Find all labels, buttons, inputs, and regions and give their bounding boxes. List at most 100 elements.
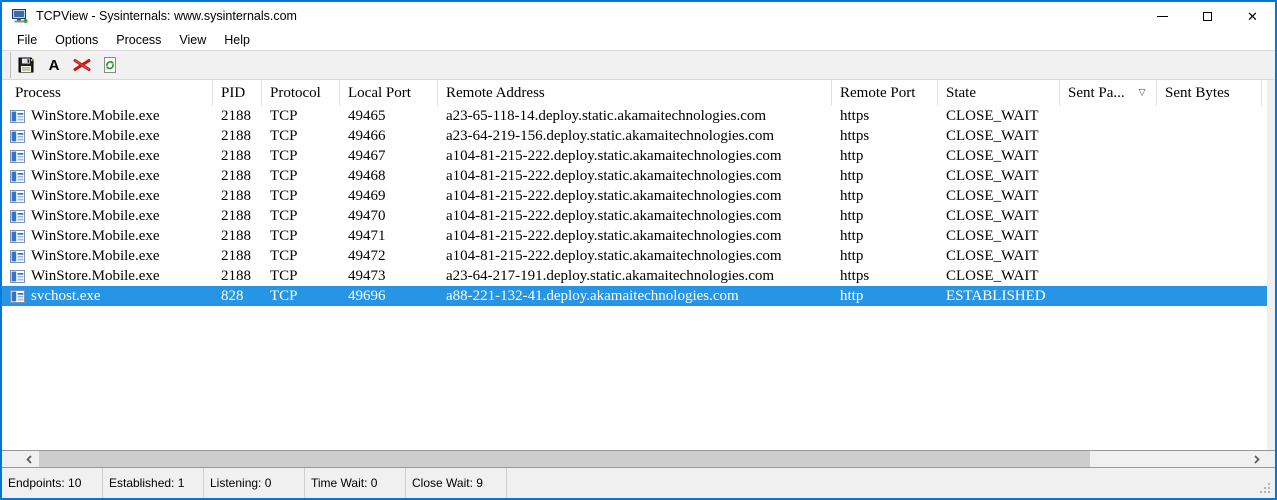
column-header-sent_bytes[interactable]: Sent Bytes — [1157, 80, 1262, 106]
cell-local_port: 49469 — [340, 186, 438, 206]
cell-sent_packets — [1060, 146, 1157, 166]
cell-local_port: 49468 — [340, 166, 438, 186]
cell-process: WinStore.Mobile.exe — [2, 166, 213, 186]
cell-pid: 2188 — [213, 226, 262, 246]
cell-process: WinStore.Mobile.exe — [2, 146, 213, 166]
table-row[interactable]: WinStore.Mobile.exe2188TCP49467a104-81-2… — [2, 146, 1267, 166]
column-header-local_port[interactable]: Local Port — [340, 80, 438, 106]
scrollbar-thumb[interactable] — [39, 451, 1090, 467]
cell-pid: 828 — [213, 286, 262, 306]
cell-sent_bytes — [1157, 186, 1262, 206]
cell-remote_address: a104-81-215-222.deploy.static.akamaitech… — [438, 146, 832, 166]
column-header-label: Local Port — [348, 85, 411, 102]
cell-remote_port: http — [832, 146, 938, 166]
cell-local_port: 49696 — [340, 286, 438, 306]
cell-remote_port: http — [832, 226, 938, 246]
menubar: FileOptionsProcessViewHelp — [2, 30, 1275, 50]
table-row[interactable]: WinStore.Mobile.exe2188TCP49468a104-81-2… — [2, 166, 1267, 186]
table-row[interactable]: WinStore.Mobile.exe2188TCP49465a23-65-11… — [2, 106, 1267, 126]
app-window-icon — [10, 270, 25, 283]
table-row[interactable]: WinStore.Mobile.exe2188TCP49473a23-64-21… — [2, 266, 1267, 286]
cell-process: WinStore.Mobile.exe — [2, 106, 213, 126]
cell-sent_bytes — [1157, 126, 1262, 146]
column-header-state[interactable]: State — [938, 80, 1060, 106]
cell-protocol: TCP — [262, 126, 340, 146]
app-window-icon — [10, 190, 25, 203]
process-icon — [10, 190, 25, 203]
scroll-right-arrow[interactable] — [1247, 451, 1266, 467]
process-name: WinStore.Mobile.exe — [31, 248, 160, 265]
column-header-protocol[interactable]: Protocol — [262, 80, 340, 106]
horizontal-scrollbar[interactable] — [2, 450, 1275, 467]
cell-state: CLOSE_WAIT — [938, 186, 1060, 206]
font-button[interactable]: A — [41, 52, 67, 78]
process-icon — [10, 170, 25, 183]
table-row[interactable]: WinStore.Mobile.exe2188TCP49471a104-81-2… — [2, 226, 1267, 246]
column-header-process[interactable]: Process — [2, 80, 213, 106]
resize-grip[interactable] — [1260, 483, 1272, 495]
menu-item-file[interactable]: File — [8, 31, 46, 49]
app-window-icon — [10, 110, 25, 123]
cell-state: CLOSE_WAIT — [938, 126, 1060, 146]
menu-item-help[interactable]: Help — [215, 31, 259, 49]
table-row[interactable]: WinStore.Mobile.exe2188TCP49470a104-81-2… — [2, 206, 1267, 226]
column-header-remote_port[interactable]: Remote Port — [832, 80, 938, 106]
toolbar: A — [2, 50, 1275, 80]
cell-pid: 2188 — [213, 126, 262, 146]
maximize-button[interactable] — [1185, 2, 1230, 30]
table-row[interactable]: WinStore.Mobile.exe2188TCP49472a104-81-2… — [2, 246, 1267, 266]
process-icon — [10, 230, 25, 243]
column-header-pid[interactable]: PID — [213, 80, 262, 106]
minimize-icon — [1157, 16, 1168, 17]
cell-remote_address: a104-81-215-222.deploy.static.akamaitech… — [438, 166, 832, 186]
cell-sent_bytes — [1157, 226, 1262, 246]
column-header-remote_address[interactable]: Remote Address — [438, 80, 832, 106]
window-title: TCPView - Sysinternals: www.sysinternals… — [36, 9, 297, 23]
column-header-label: Remote Address — [446, 85, 545, 102]
menu-item-view[interactable]: View — [170, 31, 215, 49]
cell-protocol: TCP — [262, 206, 340, 226]
cell-sent_packets — [1060, 166, 1157, 186]
close-connection-button[interactable] — [69, 52, 95, 78]
cell-local_port: 49472 — [340, 246, 438, 266]
cell-remote_address: a23-64-217-191.deploy.static.akamaitechn… — [438, 266, 832, 286]
cell-process: WinStore.Mobile.exe — [2, 246, 213, 266]
column-header-sent_packets[interactable]: Sent Pa...▽ — [1060, 80, 1157, 106]
process-icon — [10, 270, 25, 283]
cell-sent_bytes — [1157, 166, 1262, 186]
refresh-button[interactable] — [97, 52, 123, 78]
cell-process: WinStore.Mobile.exe — [2, 206, 213, 226]
table-row[interactable]: WinStore.Mobile.exe2188TCP49466a23-64-21… — [2, 126, 1267, 146]
process-name: WinStore.Mobile.exe — [31, 188, 160, 205]
maximize-icon — [1203, 12, 1212, 21]
close-button[interactable]: ✕ — [1230, 2, 1275, 30]
app-window-icon — [10, 230, 25, 243]
save-button[interactable] — [13, 52, 39, 78]
app-window-icon — [10, 210, 25, 223]
tcpview-app-icon — [10, 8, 28, 24]
cell-remote_port: http — [832, 186, 938, 206]
cell-sent_packets — [1060, 106, 1157, 126]
status-panel-1: Established: 1 — [103, 468, 204, 498]
cell-protocol: TCP — [262, 226, 340, 246]
column-header-label: State — [946, 85, 976, 102]
table-row[interactable]: WinStore.Mobile.exe2188TCP49469a104-81-2… — [2, 186, 1267, 206]
scroll-left-arrow[interactable] — [19, 451, 38, 467]
cell-pid: 2188 — [213, 106, 262, 126]
menu-item-options[interactable]: Options — [46, 31, 107, 49]
font-icon: A — [49, 57, 60, 74]
cell-state: ESTABLISHED — [938, 286, 1060, 306]
refresh-icon — [102, 57, 118, 73]
process-icon — [10, 250, 25, 263]
process-name: WinStore.Mobile.exe — [31, 208, 160, 225]
cell-pid: 2188 — [213, 246, 262, 266]
cell-process: WinStore.Mobile.exe — [2, 126, 213, 146]
toolbar-gripper[interactable] — [10, 52, 11, 78]
process-name: WinStore.Mobile.exe — [31, 228, 160, 245]
table-row[interactable]: svchost.exe828TCP49696a88-221-132-41.dep… — [2, 286, 1267, 306]
menu-item-process[interactable]: Process — [107, 31, 170, 49]
cell-state: CLOSE_WAIT — [938, 226, 1060, 246]
cell-protocol: TCP — [262, 246, 340, 266]
minimize-button[interactable] — [1140, 2, 1185, 30]
cell-state: CLOSE_WAIT — [938, 106, 1060, 126]
